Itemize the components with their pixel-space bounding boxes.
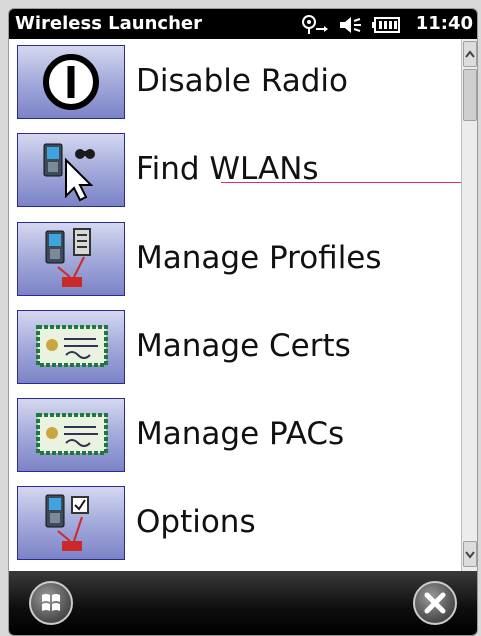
pac-icon (36, 413, 108, 455)
tile-manage-certs[interactable] (17, 310, 125, 384)
menu-item-manage-pacs[interactable]: Manage PACs (9, 392, 461, 478)
find-wlans-icon (43, 143, 95, 202)
annotation-line (221, 182, 477, 183)
certificate-icon (36, 325, 108, 367)
bottom-bar (9, 571, 477, 635)
menu-item-options[interactable]: Options (9, 480, 461, 566)
window-title: Wireless Launcher (15, 13, 202, 34)
chevron-down-icon (465, 551, 475, 559)
windows-start-icon (42, 594, 60, 611)
menu-item-disable-radio[interactable]: Disable Radio (9, 39, 461, 125)
vertical-scrollbar[interactable] (461, 39, 477, 571)
start-button[interactable] (29, 581, 73, 625)
menu-item-manage-profiles[interactable]: Manage Profiles (9, 216, 461, 302)
profiles-icon (45, 228, 91, 287)
scroll-thumb[interactable] (463, 69, 477, 121)
tile-disable-radio[interactable] (17, 45, 125, 119)
scroll-down-button[interactable] (463, 541, 477, 567)
battery-icon[interactable] (372, 15, 400, 35)
menu-item-label: Options (136, 504, 256, 540)
menu-item-label: Manage PACs (136, 416, 345, 452)
menu-item-label: Disable Radio (136, 63, 348, 99)
menu-item-label: Manage Certs (136, 328, 351, 364)
clock: 11:40 (415, 13, 473, 34)
tile-manage-profiles[interactable] (17, 222, 125, 296)
tile-manage-pacs[interactable] (17, 398, 125, 472)
power-icon (43, 54, 99, 110)
options-icon (45, 494, 89, 551)
speaker-muted-icon[interactable] (338, 15, 362, 35)
close-icon (424, 592, 446, 614)
chevron-up-icon (465, 50, 475, 58)
launcher-menu: Disable Radio Find WLANs Manage Profiles… (9, 39, 461, 571)
wifi-connectivity-icon[interactable] (300, 15, 328, 35)
tile-options[interactable] (17, 486, 125, 560)
device-screen: Wireless Launcher 11:40 Disable Radio Fi… (8, 8, 478, 636)
menu-item-manage-certs[interactable]: Manage Certs (9, 304, 461, 390)
tile-find-wlans[interactable] (17, 133, 125, 207)
close-button[interactable] (413, 581, 457, 625)
menu-item-label: Manage Profiles (136, 240, 382, 276)
scroll-up-button[interactable] (463, 41, 477, 67)
title-bar: Wireless Launcher 11:40 (9, 9, 477, 39)
menu-item-find-wlans[interactable]: Find WLANs (9, 127, 461, 213)
